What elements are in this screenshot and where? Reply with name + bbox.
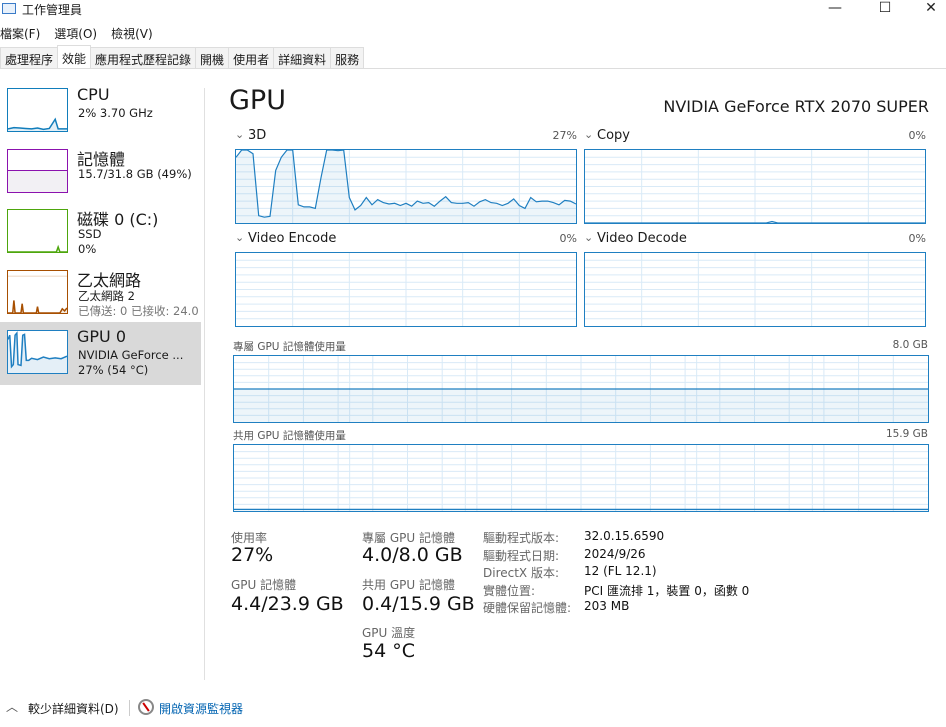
property-label: 驅動程式版本: xyxy=(483,531,560,545)
engine-graph-0 xyxy=(235,149,577,224)
tab-4[interactable]: 使用者 xyxy=(228,47,275,68)
property-label: DirectX 版本: xyxy=(483,566,560,580)
engine-percent: 0% xyxy=(559,232,577,245)
device-name: NVIDIA GeForce RTX 2070 SUPER xyxy=(663,97,929,116)
memory-fill xyxy=(234,389,928,422)
footer: ︿ 較少詳細資料(D) 開啟資源監視器 xyxy=(0,698,300,718)
sidebar-thumbnail-graph xyxy=(7,209,68,253)
dedicated-memory-label: 專屬 GPU 記憶體使用量 xyxy=(233,341,346,353)
engine-graph-3 xyxy=(584,252,926,327)
property-value: PCI 匯流排 1，裝置 0，函數 0 xyxy=(584,583,750,598)
tab-6[interactable]: 服務 xyxy=(330,47,365,68)
shared-memory-max: 15.9 GB xyxy=(885,428,928,440)
sidebar-thumbnail-graph xyxy=(7,148,68,193)
title-bar: 工作管理員 — ☐ ✕ xyxy=(0,0,946,22)
window-title: 工作管理員 xyxy=(22,3,83,17)
minimize-button[interactable]: — xyxy=(812,0,858,18)
dedicated-memory-graph xyxy=(233,355,929,423)
menu-file[interactable]: 檔案(F) xyxy=(0,25,40,42)
sidebar-item-detail: 乙太網路 2 xyxy=(78,288,135,303)
sidebar-item-subdetail: 已傳送: 0 已接收: 24.0 Kbps xyxy=(78,303,201,318)
fewer-details-button[interactable]: 較少詳細資料(D) xyxy=(28,700,119,717)
property-label: 硬體保留記憶體: xyxy=(483,601,572,615)
temperature-value: 54 °C xyxy=(362,640,415,662)
sidebar-item-label: GPU 0 xyxy=(77,327,127,346)
divider xyxy=(204,88,205,680)
engine-graph-2 xyxy=(235,252,577,327)
sidebar-item-subdetail: 0% xyxy=(78,242,97,256)
engine-percent: 0% xyxy=(908,232,926,245)
menu-view[interactable]: 檢視(V) xyxy=(111,25,153,42)
task-manager-icon xyxy=(2,3,16,14)
shared-label: 共用 GPU 記憶體 xyxy=(362,578,455,592)
tab-0[interactable]: 處理程序 xyxy=(0,47,59,68)
property-value: 32.0.15.6590 xyxy=(584,529,665,543)
sidebar-item-2[interactable]: 磁碟 0 (C:) SSD 0% xyxy=(0,201,201,264)
tab-1[interactable]: 效能 xyxy=(57,45,92,68)
tab-bar: 處理程序 效能 應用程式歷程記錄 開機 使用者 詳細資料 服務 xyxy=(0,45,946,69)
tab-2[interactable]: 應用程式歷程記錄 xyxy=(90,47,197,68)
dedicated-value: 4.0/8.0 GB xyxy=(362,544,463,566)
sidebar-item-subdetail: 27% (54 °C) xyxy=(78,363,149,377)
property-value: 2024/9/26 xyxy=(584,546,646,561)
sidebar-item-4[interactable]: GPU 0 NVIDIA GeForce ... 27% (54 °C) xyxy=(0,322,201,385)
close-button[interactable]: ✕ xyxy=(908,0,946,18)
engine-graph-1 xyxy=(584,149,926,224)
sidebar-thumbnail-graph xyxy=(7,269,68,314)
property-value: 12 (FL 12.1) xyxy=(584,564,657,578)
separator xyxy=(129,700,130,716)
property-value: 203 MB xyxy=(584,599,630,613)
usage-value: 27% xyxy=(231,544,274,566)
tab-5[interactable]: 詳細資料 xyxy=(273,47,332,68)
shared-memory-label: 共用 GPU 記憶體使用量 xyxy=(233,430,346,442)
sidebar-thumbnail-graph xyxy=(7,330,68,374)
open-resource-monitor-link[interactable]: 開啟資源監視器 xyxy=(159,700,243,717)
property-label: 實體位置: xyxy=(483,583,536,598)
temperature-label: GPU 溫度 xyxy=(362,626,416,640)
sidebar-item-1[interactable]: 記憶體 15.7/31.8 GB (49%) xyxy=(0,141,201,204)
menu-bar: 檔案(F) 選項(O) 檢視(V) xyxy=(0,25,153,42)
engine-percent: 0% xyxy=(908,129,926,142)
engine-percent: 27% xyxy=(552,129,577,142)
tab-3[interactable]: 開機 xyxy=(195,47,230,68)
sidebar-item-detail: 15.7/31.8 GB (49%) xyxy=(78,166,192,181)
gpu-memory-label: GPU 記憶體 xyxy=(231,578,297,592)
shared-memory-graph xyxy=(233,444,929,512)
dedicated-memory-max: 8.0 GB xyxy=(892,339,928,351)
property-label: 驅動程式日期: xyxy=(483,548,560,563)
gpu-memory-value: 4.4/23.9 GB xyxy=(231,593,344,615)
sidebar-item-detail: SSD xyxy=(78,227,102,241)
menu-options[interactable]: 選項(O) xyxy=(54,25,97,42)
maximize-button[interactable]: ☐ xyxy=(862,0,908,18)
shared-value: 0.4/15.9 GB xyxy=(362,593,475,615)
chevron-up-icon[interactable]: ︿ xyxy=(6,698,18,715)
sidebar-item-3[interactable]: 乙太網路 乙太網路 2 已傳送: 0 已接收: 24.0 Kbps xyxy=(0,262,201,325)
resource-monitor-icon xyxy=(138,699,154,715)
sidebar-item-detail: NVIDIA GeForce ... xyxy=(78,348,184,362)
